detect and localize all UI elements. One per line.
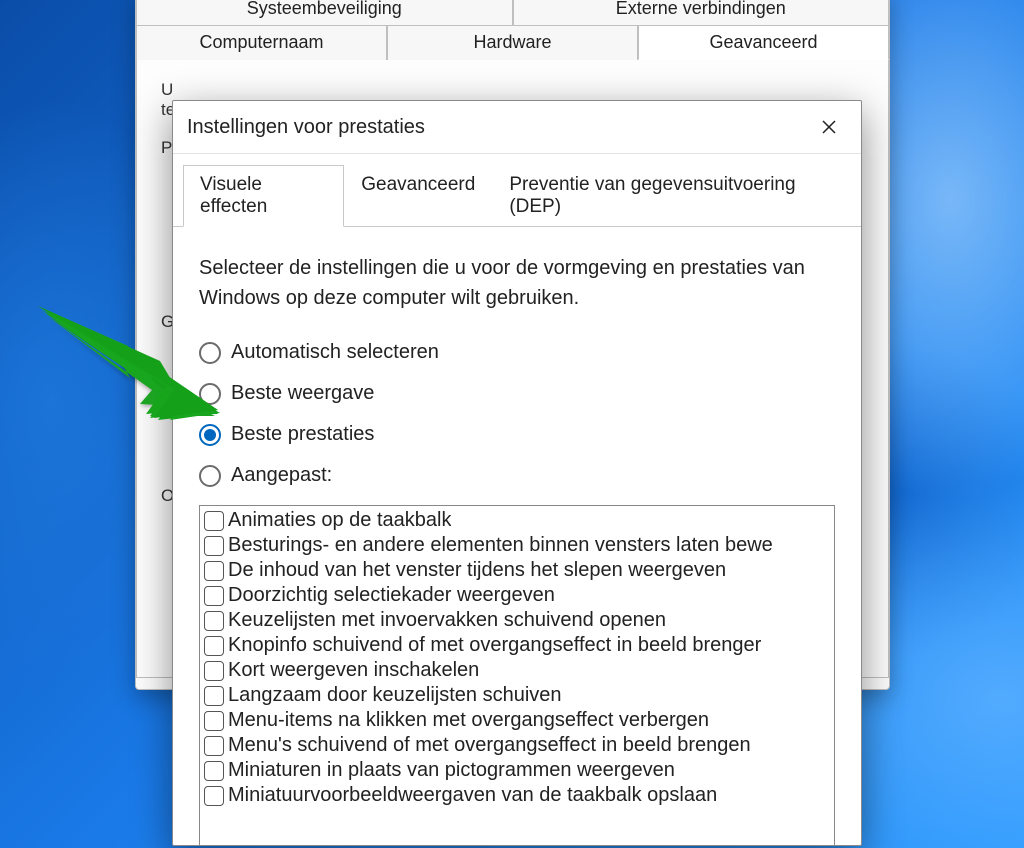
check-label: Animaties op de taakbalk [228, 509, 451, 532]
check-item[interactable]: Menu-items na klikken met overgangseffec… [202, 708, 832, 733]
radio-icon [199, 465, 221, 487]
dialog-tabs: Visuele effecten Geavanceerd Preventie v… [173, 154, 861, 227]
check-item[interactable]: Besturings- en andere elementen binnen v… [202, 533, 832, 558]
check-item[interactable]: Miniaturen in plaats van pictogrammen we… [202, 758, 832, 783]
radio-aangepast[interactable]: Aangepast: [199, 464, 835, 487]
tab-hardware[interactable]: Hardware [387, 25, 638, 60]
intro-text: Selecteer de instellingen die u voor de … [199, 253, 835, 313]
check-label: Miniatuurvoorbeeldweergaven van de taakb… [228, 784, 717, 807]
tab-dep[interactable]: Preventie van gegevensuitvoering (DEP) [492, 165, 851, 227]
radio-label: Beste prestaties [231, 423, 374, 446]
check-item[interactable]: Doorzichtig selectiekader weergeven [202, 583, 832, 608]
tab-visuele-effecten[interactable]: Visuele effecten [183, 165, 344, 227]
effects-checklist[interactable]: Animaties op de taakbalk Besturings- en … [199, 505, 835, 845]
radio-label: Aangepast: [231, 464, 332, 487]
radio-label: Beste weergave [231, 382, 374, 405]
radio-automatisch-selecteren[interactable]: Automatisch selecteren [199, 341, 835, 364]
check-item[interactable]: Kort weergeven inschakelen [202, 658, 832, 683]
tab-geavanceerd-perf[interactable]: Geavanceerd [344, 165, 492, 227]
close-icon [822, 120, 836, 134]
checkbox-icon [204, 611, 224, 631]
back-intro-1: U [161, 80, 173, 99]
tab-computernaam[interactable]: Computernaam [136, 25, 387, 60]
tab-externe-verbindingen[interactable]: Externe verbindingen [513, 0, 890, 25]
check-item[interactable]: Keuzelijsten met invoervakken schuivend … [202, 608, 832, 633]
check-label: Besturings- en andere elementen binnen v… [228, 534, 773, 557]
check-label: Langzaam door keuzelijsten schuiven [228, 684, 562, 707]
checkbox-icon [204, 786, 224, 806]
radio-label: Automatisch selecteren [231, 341, 439, 364]
check-label: Menu's schuivend of met overgangseffect … [228, 734, 751, 757]
check-item[interactable]: Animaties op de taakbalk [202, 508, 832, 533]
radio-beste-prestaties[interactable]: Beste prestaties [199, 423, 835, 446]
checkbox-icon [204, 686, 224, 706]
dialog-titlebar[interactable]: Instellingen voor prestaties [173, 101, 861, 154]
checkbox-icon [204, 536, 224, 556]
checkbox-icon [204, 586, 224, 606]
checkbox-icon [204, 761, 224, 781]
check-item[interactable]: Menu's schuivend of met overgangseffect … [202, 733, 832, 758]
check-item[interactable]: Miniatuurvoorbeeldweergaven van de taakb… [202, 783, 832, 808]
radio-beste-weergave[interactable]: Beste weergave [199, 382, 835, 405]
checkbox-icon [204, 711, 224, 731]
check-label: De inhoud van het venster tijdens het sl… [228, 559, 726, 582]
check-item[interactable]: Knopinfo schuivend of met overgangseffec… [202, 633, 832, 658]
checkbox-icon [204, 661, 224, 681]
check-label: Keuzelijsten met invoervakken schuivend … [228, 609, 666, 632]
checkbox-icon [204, 511, 224, 531]
check-label: Miniaturen in plaats van pictogrammen we… [228, 759, 675, 782]
radio-group: Automatisch selecteren Beste weergave Be… [199, 341, 835, 487]
dialog-body: Selecteer de instellingen die u voor de … [173, 227, 861, 845]
check-label: Kort weergeven inschakelen [228, 659, 479, 682]
checkbox-icon [204, 736, 224, 756]
checkbox-icon [204, 636, 224, 656]
tab-geavanceerd[interactable]: Geavanceerd [638, 25, 889, 60]
performance-options-dialog: Instellingen voor prestaties Visuele eff… [172, 100, 862, 846]
check-item[interactable]: De inhoud van het venster tijdens het sl… [202, 558, 832, 583]
close-button[interactable] [809, 111, 849, 143]
check-item[interactable]: Langzaam door keuzelijsten schuiven [202, 683, 832, 708]
check-label: Doorzichtig selectiekader weergeven [228, 584, 555, 607]
dialog-title: Instellingen voor prestaties [187, 116, 809, 139]
check-label: Knopinfo schuivend of met overgangseffec… [228, 634, 761, 657]
green-arrow-icon [28, 296, 218, 431]
tab-systeembeveiliging[interactable]: Systeembeveiliging [136, 0, 513, 25]
check-label: Menu-items na klikken met overgangseffec… [228, 709, 709, 732]
checkbox-icon [204, 561, 224, 581]
